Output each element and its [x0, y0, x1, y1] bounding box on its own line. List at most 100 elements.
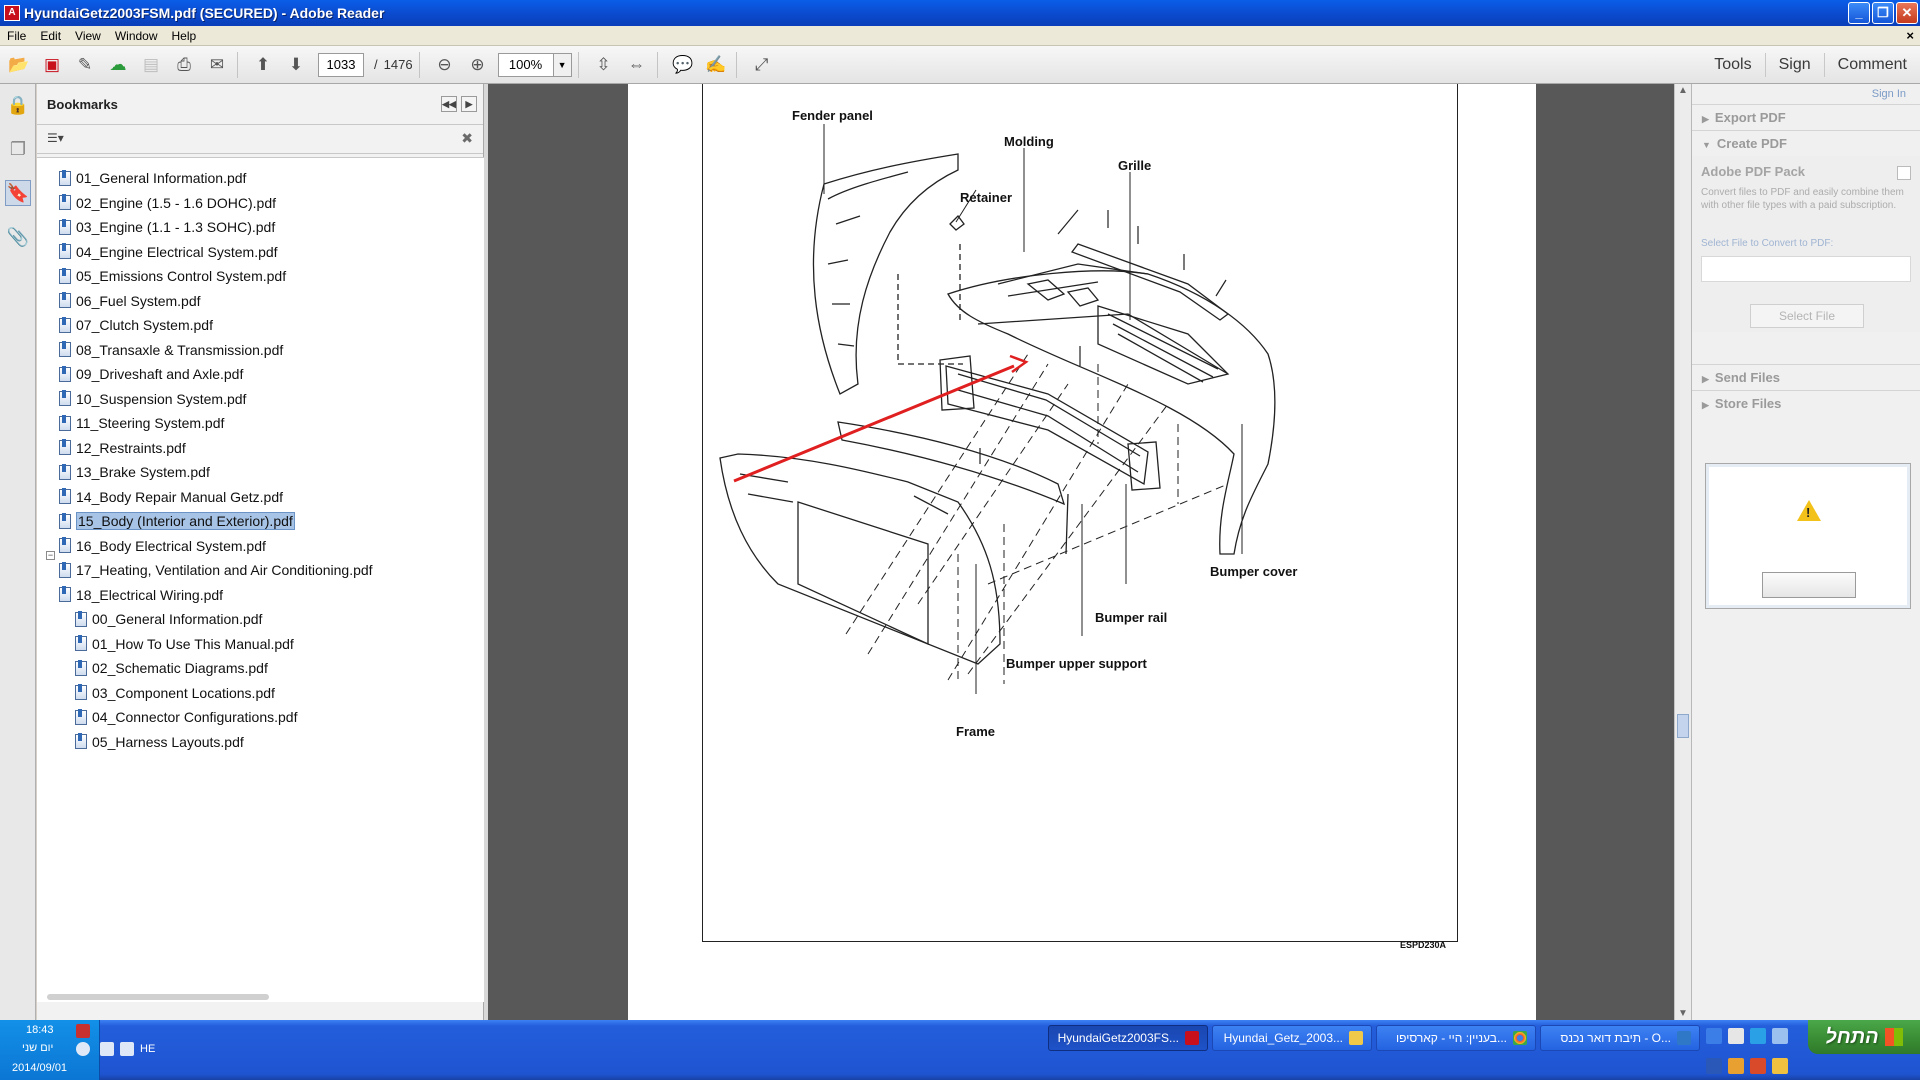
network-icon[interactable]: [76, 1042, 90, 1056]
bookmark-item[interactable]: 01_General Information.pdf: [59, 168, 246, 188]
speaker-icon[interactable]: [100, 1042, 114, 1056]
save-icon[interactable]: ▤: [137, 51, 165, 79]
comment-link[interactable]: Comment: [1823, 53, 1920, 77]
section-export-pdf[interactable]: ▶ Export PDF: [1692, 104, 1920, 130]
section-send-files[interactable]: ▶ Send Files: [1692, 364, 1920, 390]
bookmark-item[interactable]: 06_Fuel System.pdf: [59, 291, 201, 311]
info-icon[interactable]: [1897, 166, 1911, 180]
desktop-quick-icon[interactable]: [1772, 1028, 1788, 1044]
bookmark-item[interactable]: 05_Emissions Control System.pdf: [59, 266, 286, 286]
menu-help[interactable]: Help: [165, 29, 204, 43]
edit-icon[interactable]: ✎: [71, 51, 99, 79]
task-outlook[interactable]: תיבת דואר נכנס - O...: [1540, 1025, 1700, 1051]
zoom-dropdown-icon[interactable]: ▼: [553, 52, 572, 77]
bookmarks-icon[interactable]: 🔖: [5, 180, 31, 206]
zoom-input[interactable]: 100%: [497, 52, 554, 77]
bookmark-item[interactable]: 18_Electrical Wiring.pdf: [59, 585, 223, 605]
task-chrome-mail[interactable]: בעניין: היי - קארסיפו...: [1376, 1025, 1536, 1051]
start-button[interactable]: התחל: [1808, 1020, 1920, 1054]
outlook-quick-icon[interactable]: [1728, 1028, 1744, 1044]
zoom-in-icon[interactable]: ⊕: [464, 51, 492, 79]
vertical-scrollbar[interactable]: ▲ ▼: [1674, 84, 1691, 1020]
app-quick-icon[interactable]: [1772, 1058, 1788, 1074]
app-quick-icon[interactable]: [1706, 1058, 1722, 1074]
bookmark-item[interactable]: 12_Restraints.pdf: [59, 438, 186, 458]
bookmark-item[interactable]: 14_Body Repair Manual Getz.pdf: [59, 487, 283, 507]
fit-width-icon[interactable]: ⇔: [623, 51, 651, 79]
ie-quick-icon[interactable]: [1750, 1028, 1766, 1044]
upload-cloud-icon[interactable]: ☁: [104, 51, 132, 79]
label-bumper-cover: Bumper cover: [1210, 564, 1298, 579]
open-icon[interactable]: 📂: [5, 51, 33, 79]
bookmark-icon: [59, 218, 71, 235]
menu-file[interactable]: File: [0, 29, 33, 43]
sign-in-link[interactable]: Sign In: [1872, 88, 1906, 100]
section-store-files[interactable]: ▶ Store Files: [1692, 390, 1920, 416]
bookmark-item[interactable]: 10_Suspension System.pdf: [59, 389, 246, 409]
task-adobe-reader[interactable]: HyundaiGetz2003FS...: [1048, 1025, 1208, 1051]
file-input[interactable]: [1701, 256, 1911, 282]
bookmark-child-item[interactable]: 05_Harness Layouts.pdf: [75, 732, 244, 752]
lock-icon[interactable]: 🔒: [5, 92, 31, 118]
bookmark-item[interactable]: 09_Driveshaft and Axle.pdf: [59, 364, 243, 384]
create-pdf-icon[interactable]: ▣: [38, 51, 66, 79]
zoom-out-icon[interactable]: ⊖: [431, 51, 459, 79]
scroll-thumb[interactable]: [1677, 714, 1689, 738]
full-screen-icon[interactable]: ⤢: [748, 51, 776, 79]
bookmark-item[interactable]: 11_Steering System.pdf: [59, 413, 224, 433]
minimize-button[interactable]: _: [1848, 2, 1870, 24]
menu-window[interactable]: Window: [108, 29, 165, 43]
bookmark-item[interactable]: 03_Engine (1.1 - 1.3 SOHC).pdf: [59, 217, 275, 237]
pages-icon[interactable]: ❐: [5, 136, 31, 162]
select-file-button[interactable]: Select File: [1750, 304, 1864, 328]
tools-link[interactable]: Tools: [1701, 53, 1764, 77]
warning-button[interactable]: [1762, 572, 1856, 598]
comment-icon[interactable]: 💬: [669, 51, 697, 79]
security-shield-icon[interactable]: [76, 1024, 90, 1038]
next-page-icon[interactable]: ⬇: [282, 51, 310, 79]
bookmark-child-item[interactable]: 01_How To Use This Manual.pdf: [75, 634, 294, 654]
scroll-up-icon[interactable]: ▲: [1678, 85, 1688, 96]
bookmark-item[interactable]: 04_Engine Electrical System.pdf: [59, 242, 278, 262]
chrome-quick-icon[interactable]: [1706, 1028, 1722, 1044]
app-quick-icon[interactable]: [1750, 1058, 1766, 1074]
language-indicator[interactable]: HE: [140, 1043, 155, 1055]
bookmark-child-item[interactable]: 04_Connector Configurations.pdf: [75, 707, 297, 727]
expand-panel-icon[interactable]: ▶: [461, 96, 477, 112]
highlight-icon[interactable]: ✍: [702, 51, 730, 79]
collapse-expander-icon[interactable]: −: [46, 551, 55, 560]
bookmark-item[interactable]: 08_Transaxle & Transmission.pdf: [59, 340, 283, 360]
previous-page-icon[interactable]: ⬆: [249, 51, 277, 79]
restore-button[interactable]: ❐: [1872, 2, 1894, 24]
section-create-pdf[interactable]: ▼ Create PDF: [1692, 130, 1920, 156]
bookmark-child-item[interactable]: 03_Component Locations.pdf: [75, 683, 275, 703]
bookmark-child-item[interactable]: 02_Schematic Diagrams.pdf: [75, 658, 268, 678]
print-icon[interactable]: ⎙: [170, 51, 198, 79]
collapse-panel-icon[interactable]: ◀◀: [441, 96, 457, 112]
fit-page-icon[interactable]: ⇳: [590, 51, 618, 79]
page-number-input[interactable]: 1033: [318, 52, 364, 77]
bookmark-item[interactable]: 17_Heating, Ventilation and Air Conditio…: [59, 560, 373, 580]
bookmark-item[interactable]: 07_Clutch System.pdf: [59, 315, 213, 335]
bookmark-item[interactable]: 16_Body Electrical System.pdf: [59, 536, 266, 556]
menu-view[interactable]: View: [68, 29, 108, 43]
bookmark-child-item[interactable]: 00_General Information.pdf: [75, 609, 262, 629]
close-button[interactable]: ✕: [1896, 2, 1918, 24]
clock-time[interactable]: 18:43: [26, 1024, 54, 1036]
bookmark-item[interactable]: 13_Brake System.pdf: [59, 462, 210, 482]
close-document-icon[interactable]: ×: [1906, 28, 1914, 43]
app-quick-icon[interactable]: [1728, 1058, 1744, 1074]
horizontal-scrollbar[interactable]: [47, 994, 269, 1000]
delete-bookmark-icon[interactable]: ✖: [461, 130, 473, 147]
bookmark-item[interactable]: 15_Body (Interior and Exterior).pdf: [59, 511, 295, 531]
options-icon[interactable]: ☰▾: [47, 131, 64, 145]
menu-edit[interactable]: Edit: [33, 29, 68, 43]
attachments-icon[interactable]: 📎: [5, 224, 31, 250]
sign-link[interactable]: Sign: [1764, 53, 1824, 77]
bookmark-icon: [75, 708, 87, 725]
bookmark-item[interactable]: 02_Engine (1.5 - 1.6 DOHC).pdf: [59, 193, 276, 213]
scroll-down-icon[interactable]: ▼: [1678, 1008, 1688, 1019]
task-folder[interactable]: Hyundai_Getz_2003...: [1212, 1025, 1372, 1051]
help-icon[interactable]: [120, 1042, 134, 1056]
email-icon[interactable]: ✉: [203, 51, 231, 79]
